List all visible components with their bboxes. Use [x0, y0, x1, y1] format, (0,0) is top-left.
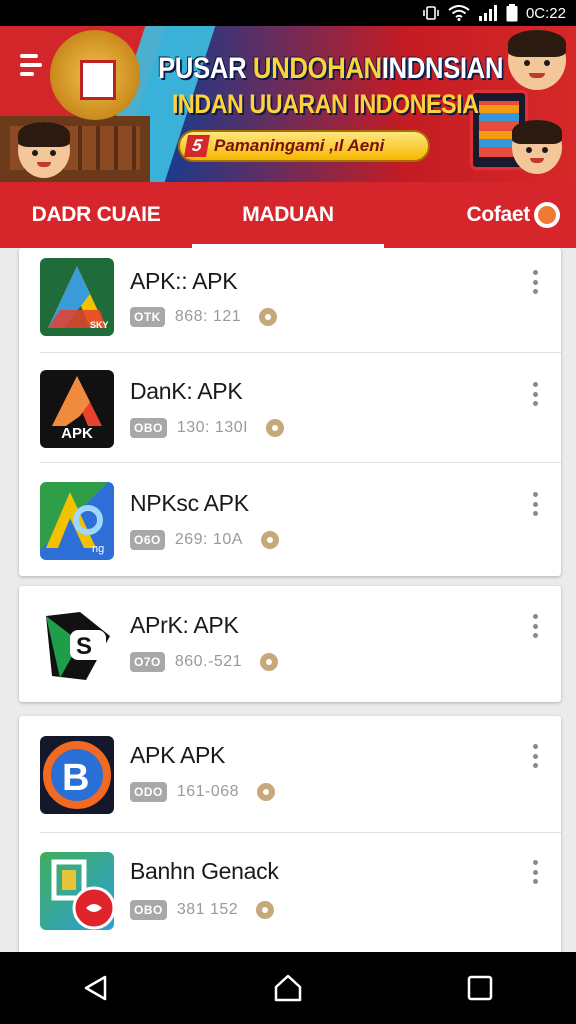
wifi-icon — [448, 5, 470, 21]
apk-icon-red-a: APK — [40, 370, 114, 448]
list-item[interactable]: APK DanK: APK OBO 130: 130I — [19, 352, 561, 462]
back-triangle-icon — [84, 975, 107, 1001]
garuda-emblem-illustration — [50, 30, 140, 120]
apk-icon-orange-b: B — [40, 736, 114, 814]
banner-cta-button[interactable]: 5 Pamaningami ,ıl Aeni — [178, 130, 430, 162]
status-bar: 0C:22 — [0, 0, 576, 26]
smile-icon — [534, 202, 560, 228]
download-dot-icon — [260, 531, 279, 549]
banner-subtitle: INDAN UUARAN INDONESIA — [172, 89, 479, 119]
app-name: Banhn Genack — [130, 858, 279, 884]
tab-label: MADUAN — [242, 203, 334, 226]
home-button[interactable] — [258, 958, 318, 1018]
recents-button[interactable] — [450, 958, 510, 1018]
download-dot-icon — [256, 901, 275, 919]
svg-text:ng: ng — [92, 543, 104, 555]
svg-text:B: B — [62, 757, 89, 799]
list-item[interactable]: B APK APK ODO 161-068 — [19, 716, 561, 832]
app-name: APrK: APK — [130, 612, 239, 638]
app-tag: O7O — [130, 652, 165, 672]
apk-icon-green-frame — [40, 852, 114, 930]
cta-badge: 5 — [184, 135, 210, 157]
app-tag: ODO — [130, 782, 167, 802]
battery-icon — [506, 4, 518, 22]
app-tag: OTK — [130, 307, 165, 327]
app-name: APK:: APK — [130, 268, 238, 294]
more-options-button[interactable] — [529, 268, 541, 296]
cta-label: Pamaningami ,ıl Aeni — [214, 136, 385, 155]
download-dot-icon — [266, 419, 285, 437]
download-dot-icon — [257, 783, 276, 801]
app-name: NPKsc APK — [130, 490, 249, 516]
child-illustration — [508, 30, 566, 90]
apk-icon-green: SKY — [40, 258, 114, 336]
app-list[interactable]: SKY APK:: APK OTK 868: 121 APK DanK: APK… — [0, 248, 576, 952]
tab-label: DADR CUAIE — [31, 203, 161, 226]
app-size: 161-068 — [176, 783, 240, 800]
app-size: 381 152 — [176, 901, 239, 918]
more-options-button[interactable] — [529, 612, 541, 640]
app-tag: OBO — [130, 418, 167, 438]
app-size: 130: 130I — [176, 419, 249, 436]
list-item[interactable]: Banhn Genack OBO 381 152 — [19, 832, 561, 950]
app-meta: OBO 130: 130I — [130, 418, 285, 438]
app-size: 269: 10A — [174, 531, 243, 548]
apk-icon-s-logo: S — [40, 606, 114, 684]
tab-maduan[interactable]: MADUAN — [192, 182, 384, 248]
tab-dadr-cuaie[interactable]: DADR CUAIE — [0, 182, 192, 248]
child-illustration — [512, 120, 562, 174]
app-size: 868: 121 — [174, 308, 242, 325]
child-illustration — [18, 122, 70, 178]
download-dot-icon — [260, 653, 279, 671]
app-meta: O6O 269: 10A — [130, 530, 279, 550]
app-card: B APK APK ODO 161-068 Banhn Genack OBO 3… — [19, 716, 561, 952]
list-item[interactable]: ng NPKsc APK O6O 269: 10A — [19, 462, 561, 576]
home-icon — [274, 974, 302, 1002]
tab-bar: DADR CUAIE MADUAN Cofaet — [0, 182, 576, 248]
banner-title: PUSAR UNDOHANINDNSIAN — [158, 52, 504, 85]
app-size: 860.-521 — [174, 653, 243, 670]
app-tag: OBO — [130, 900, 167, 920]
app-name: DanK: APK — [130, 378, 243, 404]
svg-text:S: S — [76, 633, 92, 660]
app-meta: O7O 860.-521 — [130, 652, 279, 672]
list-item[interactable]: SKY APK:: APK OTK 868: 121 — [19, 248, 561, 352]
status-time: 0C:22 — [525, 4, 566, 22]
more-options-button[interactable] — [529, 490, 541, 518]
app-name: APK APK — [130, 742, 226, 768]
app-meta: OBO 381 152 — [130, 900, 275, 920]
back-button[interactable] — [66, 958, 126, 1018]
download-dot-icon — [259, 308, 278, 326]
list-item[interactable]: S APrK: APK O7O 860.-521 — [19, 586, 561, 702]
tab-cofaet[interactable]: Cofaet — [384, 182, 576, 248]
tab-label: Cofaet — [466, 203, 530, 226]
app-meta: OTK 868: 121 — [130, 307, 278, 327]
app-card: SKY APK:: APK OTK 868: 121 APK DanK: APK… — [19, 248, 561, 576]
more-options-button[interactable] — [529, 858, 541, 886]
more-options-button[interactable] — [529, 380, 541, 408]
system-navigation-bar — [0, 952, 576, 1024]
svg-text:SKY: SKY — [90, 320, 109, 330]
icon-caption: APK — [61, 425, 93, 442]
apk-icon-blue-a: ng — [40, 482, 114, 560]
promo-banner[interactable]: PUSAR UNDOHANINDNSIAN INDAN UUARAN INDON… — [0, 26, 576, 182]
vibrate-icon — [422, 6, 440, 20]
recents-square-icon — [467, 975, 493, 1001]
app-meta: ODO 161-068 — [130, 782, 276, 802]
app-tag: O6O — [130, 530, 165, 550]
menu-icon[interactable] — [20, 54, 50, 78]
app-card: S APrK: APK O7O 860.-521 — [19, 586, 561, 702]
more-options-button[interactable] — [529, 742, 541, 770]
signal-icon — [478, 5, 498, 21]
